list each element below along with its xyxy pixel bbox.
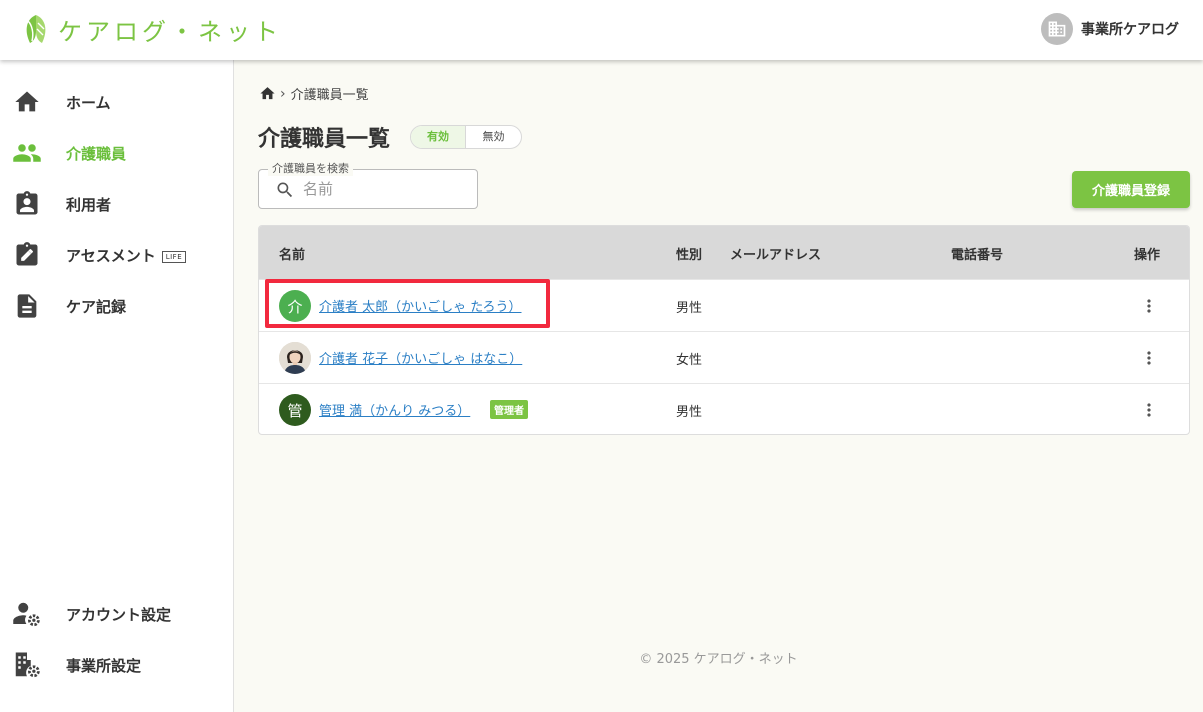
search-icon xyxy=(277,182,293,198)
sidebar: ホーム 介護職員 利用者 アセスメント LIFE ケア記録 アカウント設定 事業… xyxy=(0,60,234,712)
staff-name-link[interactable]: 介護者 太郎（かいごしゃ たろう） xyxy=(319,296,522,315)
sidebar-item-office-settings[interactable]: 事業所設定 xyxy=(0,643,233,687)
building-icon xyxy=(1048,21,1066,37)
sidebar-item-account-settings[interactable]: アカウント設定 xyxy=(0,592,233,636)
document-icon xyxy=(12,291,42,321)
sidebar-item-label: 介護職員 xyxy=(66,144,127,163)
sidebar-item-label: 利用者 xyxy=(66,195,112,214)
table-header: 名前 性別 メールアドレス 電話番号 操作 xyxy=(259,226,1189,279)
clipboard-edit-icon xyxy=(12,240,42,270)
sidebar-item-label: ホーム xyxy=(66,93,111,112)
status-toggle: 有効 無効 xyxy=(410,125,522,149)
breadcrumb: › 介護職員一覧 xyxy=(259,84,369,103)
staff-name-link[interactable]: 介護者 花子（かいごしゃ はなこ） xyxy=(319,348,522,367)
leaf-logo-icon xyxy=(26,15,46,43)
app-name: ケアログ・ネット xyxy=(58,17,282,46)
more-vert-icon xyxy=(1147,351,1151,365)
sidebar-item-staff[interactable]: 介護職員 xyxy=(0,131,233,175)
life-badge: LIFE xyxy=(161,250,187,263)
more-vert-icon xyxy=(1147,299,1151,313)
sidebar-item-home[interactable]: ホーム xyxy=(0,80,233,124)
staff-gender: 男性 xyxy=(676,405,703,420)
page-title: 介護職員一覧 xyxy=(258,127,391,152)
home-icon xyxy=(12,87,42,117)
more-vert-icon xyxy=(1147,403,1151,417)
table-row: 介 介護者 太郎（かいごしゃ たろう） 男性 xyxy=(259,279,1189,331)
sidebar-item-label: アカウント設定 xyxy=(66,605,172,624)
sidebar-item-label: 事業所設定 xyxy=(66,656,142,675)
toggle-inactive[interactable]: 無効 xyxy=(466,126,521,148)
app-logo[interactable]: ケアログ・ネット xyxy=(22,11,282,47)
admin-badge: 管理者 xyxy=(490,400,528,419)
column-header-actions: 操作 xyxy=(1134,248,1161,263)
avatar-photo xyxy=(279,342,311,374)
column-header-phone: 電話番号 xyxy=(951,248,1004,263)
staff-table: 名前 性別 メールアドレス 電話番号 操作 介 介護者 太郎（かいごしゃ たろう… xyxy=(258,225,1190,435)
user-badge-icon xyxy=(12,189,42,219)
column-header-name: 名前 xyxy=(279,248,306,263)
app-header: ケアログ・ネット 事業所ケアログ xyxy=(0,0,1203,60)
chevron-right-icon: › xyxy=(280,85,286,102)
avatar: 管 xyxy=(279,394,311,426)
office-avatar xyxy=(1041,13,1073,45)
staff-name-link[interactable]: 管理 満（かんり みつる） xyxy=(319,400,470,419)
row-menu-button[interactable] xyxy=(1137,345,1161,371)
staff-search: 介護職員を検索 xyxy=(258,162,478,209)
sidebar-item-users[interactable]: 利用者 xyxy=(0,182,233,226)
search-label: 介護職員を検索 xyxy=(268,162,353,176)
people-icon xyxy=(12,138,42,168)
row-menu-button[interactable] xyxy=(1137,293,1161,319)
row-menu-button[interactable] xyxy=(1137,397,1161,423)
footer: © 2025 ケアログ・ネット xyxy=(639,652,798,667)
sidebar-item-care-records[interactable]: ケア記録 xyxy=(0,284,233,328)
office-name: 事業所ケアログ xyxy=(1081,22,1179,38)
toggle-active[interactable]: 有効 xyxy=(411,126,466,148)
sidebar-item-label: ケア記録 xyxy=(66,297,127,316)
register-staff-button[interactable]: 介護職員登録 xyxy=(1072,171,1190,208)
office-menu[interactable]: 事業所ケアログ xyxy=(1041,13,1179,45)
staff-gender: 女性 xyxy=(676,353,703,368)
building-settings-icon xyxy=(12,650,42,680)
breadcrumb-current: 介護職員一覧 xyxy=(290,88,369,103)
sidebar-item-label: アセスメント LIFE xyxy=(66,245,187,266)
search-input[interactable] xyxy=(303,178,463,200)
table-row: 介護者 花子（かいごしゃ はなこ） 女性 xyxy=(259,331,1189,383)
user-settings-icon xyxy=(12,599,42,629)
avatar: 介 xyxy=(279,290,311,322)
person-photo-icon xyxy=(279,342,311,374)
sidebar-item-assessment[interactable]: アセスメント LIFE xyxy=(0,233,233,277)
staff-gender: 男性 xyxy=(676,301,703,316)
table-row: 管 管理 満（かんり みつる） 管理者 男性 xyxy=(259,383,1189,434)
column-header-gender: 性別 xyxy=(676,248,703,263)
home-icon[interactable] xyxy=(259,85,276,102)
main-content: › 介護職員一覧 介護職員一覧 有効 無効 介護職員を検索 介護職員登録 名前 … xyxy=(234,60,1203,712)
column-header-email: メールアドレス xyxy=(730,248,822,263)
